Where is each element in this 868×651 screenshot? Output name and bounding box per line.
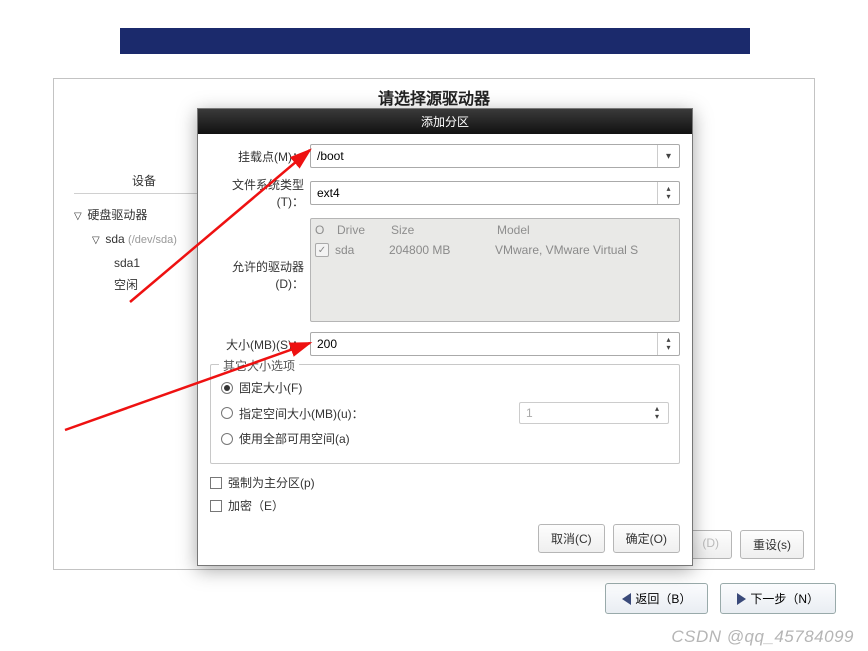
other-size-legend: 其它大小选项 <box>219 357 299 374</box>
arrow-right-icon <box>737 593 746 605</box>
check-encrypt[interactable]: 加密（E） <box>210 497 680 514</box>
fs-label: 文件系统类型(T)： <box>210 176 310 210</box>
size-spin[interactable]: ▴▾ <box>310 332 680 356</box>
reset-button[interactable]: 重设(s) <box>740 530 804 559</box>
updown-icon[interactable]: ▴▾ <box>657 182 679 204</box>
tree-free[interactable]: 空闲 <box>74 274 177 296</box>
radio-all-space[interactable]: 使用全部可用空间(a) <box>221 430 669 447</box>
ok-button[interactable]: 确定(O) <box>613 524 680 553</box>
drive-checkbox[interactable] <box>315 243 329 257</box>
drive-row[interactable]: sda 204800 MB VMware, VMware Virtual S <box>311 241 679 259</box>
checkbox-icon <box>210 477 222 489</box>
panel-header: 请选择源驱动器 <box>54 85 814 109</box>
radio-icon <box>221 382 233 394</box>
radio-fill-to[interactable]: 指定空间大小(MB)(u)： 1▴▾ <box>221 402 669 424</box>
tree-root[interactable]: ▽ 硬盘驱动器 <box>74 204 177 228</box>
fs-input[interactable] <box>311 182 657 204</box>
delete-button: (D) <box>689 530 732 559</box>
checkbox-icon <box>210 500 222 512</box>
arrow-left-icon <box>622 593 631 605</box>
device-tree: ▽ 硬盘驱动器 ▽ sda (/dev/sda) sda1 空闲 <box>74 204 177 296</box>
radio-fixed[interactable]: 固定大小(F) <box>221 379 669 396</box>
drives-label: 允许的驱动器(D)： <box>210 218 310 292</box>
other-size-fieldset: 其它大小选项 固定大小(F) 指定空间大小(MB)(u)： 1▴▾ 使用全部可用… <box>210 364 680 464</box>
tree-sda1[interactable]: sda1 <box>74 252 177 274</box>
mount-combo[interactable]: ▾ <box>310 144 680 168</box>
fs-combo[interactable]: ▴▾ <box>310 181 680 205</box>
size-label: 大小(MB)(S)： <box>210 336 310 353</box>
radio-icon <box>221 407 233 419</box>
size-input[interactable] <box>311 333 657 355</box>
next-button[interactable]: 下一步（N） <box>720 583 836 614</box>
chevron-down-icon[interactable]: ▾ <box>657 145 679 167</box>
cancel-button[interactable]: 取消(C) <box>538 524 605 553</box>
drives-list[interactable]: O Drive Size Model sda 204800 MB VMware,… <box>310 218 680 322</box>
radio-icon <box>221 433 233 445</box>
back-button[interactable]: 返回（B） <box>605 583 708 614</box>
check-primary[interactable]: 强制为主分区(p) <box>210 474 680 491</box>
fill-to-value: 1▴▾ <box>519 402 669 424</box>
mount-label: 挂载点(M)： <box>210 148 310 165</box>
top-blue-bar <box>120 28 750 54</box>
mount-input[interactable] <box>311 145 657 167</box>
watermark: CSDN @qq_45784099 <box>671 627 854 647</box>
dialog-title: 添加分区 <box>198 109 692 134</box>
add-partition-dialog: 添加分区 挂载点(M)： ▾ 文件系统类型(T)： ▴▾ 允许的驱动器(D)： … <box>197 108 693 566</box>
device-column-header: 设备 <box>74 172 214 194</box>
tree-sda[interactable]: ▽ sda (/dev/sda) <box>74 228 177 252</box>
drives-header: O Drive Size Model <box>311 219 679 241</box>
size-updown-icon[interactable]: ▴▾ <box>657 333 679 355</box>
